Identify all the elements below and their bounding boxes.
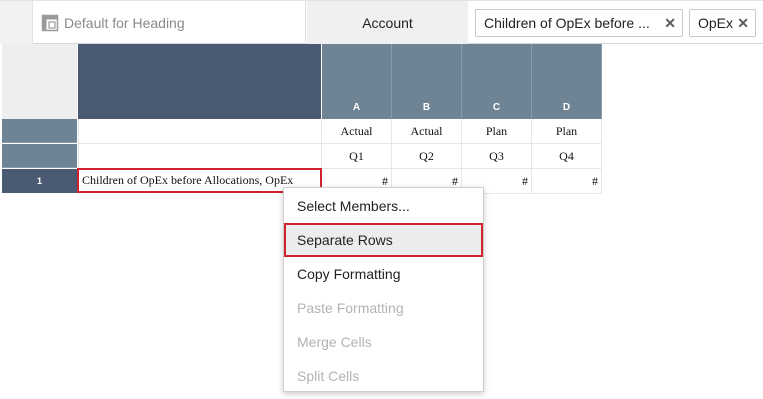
menu-item-separate-rows[interactable]: Separate Rows xyxy=(284,223,483,257)
menu-item-copy-formatting[interactable]: Copy Formatting xyxy=(284,257,483,291)
scenario-cell-d[interactable]: Plan xyxy=(532,119,602,144)
row-gutter-scenario[interactable] xyxy=(2,119,77,143)
row-number-1[interactable]: 1 xyxy=(2,169,77,193)
default-heading-dropzone[interactable]: Default for Heading xyxy=(34,1,306,44)
empty-header-cell xyxy=(78,144,322,169)
data-cell-d1[interactable]: # xyxy=(532,169,602,194)
chip-label: OpEx xyxy=(698,15,734,31)
context-menu: Select Members... Separate Rows Copy For… xyxy=(283,187,484,392)
scenario-cell-a[interactable]: Actual xyxy=(322,119,392,144)
period-cell-c[interactable]: Q3 xyxy=(462,144,532,169)
corner-gutter xyxy=(0,1,33,44)
default-heading-label: Default for Heading xyxy=(64,14,185,31)
grid-corner xyxy=(2,44,77,119)
column-header-b[interactable]: B xyxy=(392,44,462,119)
dimension-header-bar: Default for Heading Account Children of … xyxy=(0,0,763,44)
close-icon[interactable]: ✕ xyxy=(660,15,682,32)
member-chip-children-opex[interactable]: Children of OpEx before ... ✕ xyxy=(475,9,683,37)
period-cell-a[interactable]: Q1 xyxy=(322,144,392,169)
period-cell-d[interactable]: Q4 xyxy=(532,144,602,169)
member-chip-opex[interactable]: OpEx ✕ xyxy=(689,9,756,37)
period-cell-b[interactable]: Q2 xyxy=(392,144,462,169)
scenario-cell-b[interactable]: Actual xyxy=(392,119,462,144)
row-header-title-area xyxy=(78,44,321,119)
scenario-cell-c[interactable]: Plan xyxy=(462,119,532,144)
close-icon[interactable]: ✕ xyxy=(733,15,755,32)
column-header-c[interactable]: C xyxy=(462,44,532,119)
account-dimension[interactable]: Account xyxy=(307,1,468,44)
menu-item-merge-cells: Merge Cells xyxy=(297,334,372,350)
menu-item-paste-formatting: Paste Formatting xyxy=(297,300,404,316)
chip-label: Children of OpEx before ... xyxy=(484,15,650,31)
row-gutter-period[interactable] xyxy=(2,144,77,168)
menu-item-select-members[interactable]: Select Members... xyxy=(284,189,483,223)
layout-icon xyxy=(41,14,59,32)
column-header-a[interactable]: A xyxy=(322,44,392,119)
menu-item-split-cells: Split Cells xyxy=(297,368,360,384)
column-header-d[interactable]: D xyxy=(532,44,602,119)
empty-header-cell xyxy=(78,119,322,144)
